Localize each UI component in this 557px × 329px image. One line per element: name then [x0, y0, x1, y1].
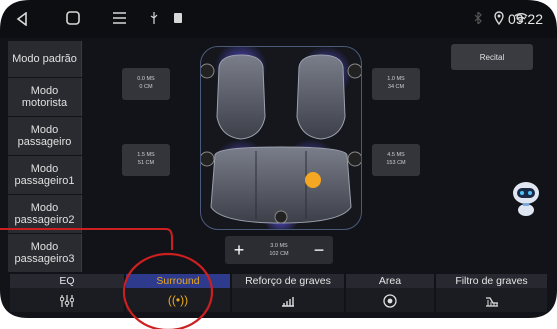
tab-area[interactable]: Area: [346, 274, 434, 312]
preset-item[interactable]: Modo padrão: [8, 41, 82, 77]
seats-illustration: [199, 41, 363, 235]
tab-bass-filter[interactable]: Filtro de graves: [436, 274, 547, 312]
preset-item[interactable]: Modo passageiro: [8, 117, 82, 155]
tab-bass-boost[interactable]: Reforço de graves: [232, 274, 344, 312]
location-icon: [494, 11, 504, 25]
tab-surround[interactable]: Surround ((•)): [126, 274, 230, 312]
clock: 09:22: [507, 11, 543, 27]
home-icon[interactable]: [66, 11, 80, 25]
preset-item[interactable]: Modo passageiro3: [8, 234, 82, 272]
back-icon[interactable]: [16, 12, 28, 26]
increase-button[interactable]: +: [227, 236, 251, 264]
delay-rear-right: 4.5 MS 153 CM: [372, 144, 420, 176]
bass-boost-icon: [232, 288, 344, 312]
menu-icon[interactable]: [113, 12, 126, 24]
preset-item[interactable]: Modo motorista: [8, 78, 82, 116]
bluetooth-icon: [474, 12, 482, 24]
tab-eq[interactable]: EQ: [10, 274, 124, 312]
status-bar: 09:22: [0, 0, 557, 38]
preset-item[interactable]: Modo passageiro2: [8, 195, 82, 233]
subwoofer-delay-stepper: + 3.0 MS 102 CM −: [225, 236, 333, 264]
bass-filter-icon: [436, 288, 547, 312]
area-target-icon: [346, 288, 434, 312]
recital-button[interactable]: Recital: [451, 44, 533, 70]
usb-icon: [150, 12, 158, 24]
preset-list: Modo padrão Modo motorista Modo passagei…: [8, 41, 82, 273]
stepper-value: 3.0 MS 102 CM: [269, 243, 289, 257]
delay-front-left: 0.0 MS 0 CM: [122, 68, 170, 100]
delay-front-right: 1.0 MS 34 CM: [372, 68, 420, 100]
sound-tab-bar: EQ Surround ((•)) Reforço de graves Area…: [10, 274, 547, 312]
car-audio-screen: 09:22 Modo padrão Modo motorista Modo pa…: [0, 0, 557, 320]
surround-icon: ((•)): [126, 288, 230, 312]
decrease-button[interactable]: −: [307, 236, 331, 264]
equalizer-icon: [10, 288, 124, 312]
preset-item[interactable]: Modo passageiro1: [8, 156, 82, 194]
cabin-seat-diagram[interactable]: [199, 41, 363, 235]
sd-card-icon: [174, 13, 182, 23]
delay-rear-left: 1.5 MS 51 CM: [122, 144, 170, 176]
assistant-robot-icon[interactable]: [510, 179, 542, 217]
